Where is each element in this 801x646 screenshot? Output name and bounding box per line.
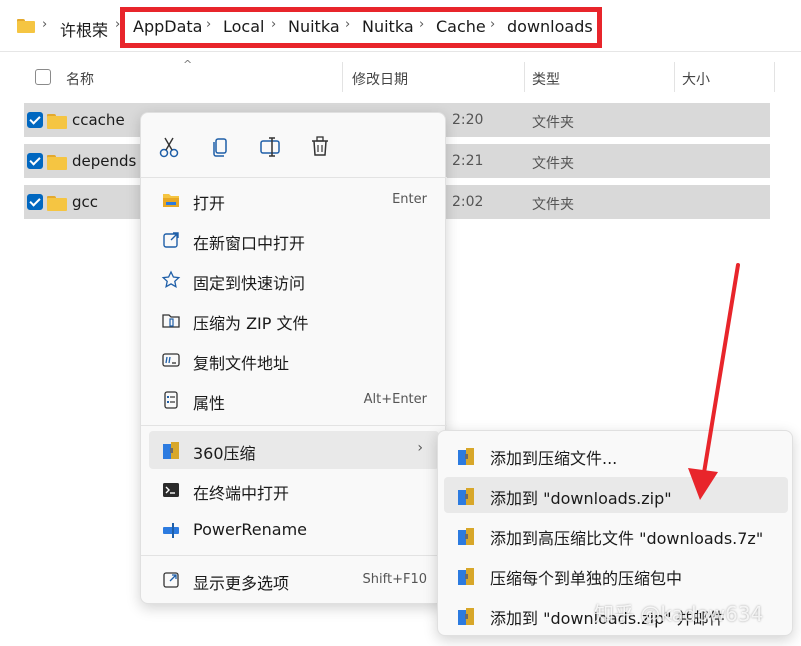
archive-360-icon — [456, 486, 476, 506]
quick-actions-row — [141, 127, 447, 167]
delete-icon — [312, 136, 328, 156]
address-bar[interactable]: › 许根荣 › AppData › Local › Nuitka › Nuitk… — [0, 0, 801, 52]
column-name-header[interactable]: 名称 — [66, 69, 94, 89]
menu-item-properties[interactable]: 属性 Alt+Enter — [149, 381, 439, 419]
context-menu: 打开 Enter 在新窗口中打开 固定到快速访问 压缩为 ZIP 文件 复制文件… — [140, 112, 447, 604]
file-name: ccache — [72, 111, 125, 129]
archive-360-icon — [456, 446, 476, 466]
file-name: depends — [72, 152, 137, 170]
properties-icon — [164, 391, 178, 409]
column-type-header[interactable]: 类型 — [532, 69, 560, 89]
column-modified-header[interactable]: 修改日期 — [352, 69, 408, 89]
copy-icon — [213, 138, 227, 157]
red-arrow-annotation — [688, 263, 740, 500]
folder-icon — [47, 196, 67, 211]
folder-icon — [47, 114, 67, 129]
delete-button[interactable] — [302, 131, 338, 163]
menu-item-powerrename[interactable]: PowerRename — [149, 511, 439, 549]
menu-item-pin-quick-access[interactable]: 固定到快速访问 — [149, 261, 439, 299]
menu-item-360-compress[interactable]: 360压缩 › — [149, 431, 439, 469]
column-divider[interactable] — [774, 62, 775, 92]
menu-separator — [141, 177, 447, 178]
terminal-icon — [163, 483, 179, 497]
folder-open-icon — [163, 194, 179, 207]
archive-360-icon — [161, 440, 181, 460]
menu-item-compress-zip[interactable]: 压缩为 ZIP 文件 — [149, 301, 439, 339]
column-divider[interactable] — [674, 62, 675, 92]
file-type: 文件夹 — [532, 115, 574, 131]
cut-icon — [159, 137, 179, 158]
copy-path-icon — [162, 353, 180, 367]
file-name: gcc — [72, 193, 99, 211]
folder-icon — [17, 19, 35, 33]
sort-ascending-icon: ^ — [183, 58, 193, 71]
menu-item-open[interactable]: 打开 Enter — [149, 181, 439, 219]
archive-360-icon — [456, 526, 476, 546]
file-type: 文件夹 — [532, 197, 574, 213]
file-date: 2:02 — [452, 194, 484, 210]
new-window-icon — [163, 232, 179, 248]
watermark: 知乎 @kadow634 — [594, 602, 764, 626]
breadcrumb-item[interactable]: 许根荣 — [60, 17, 108, 41]
more-options-icon — [163, 572, 179, 588]
submenu-item-compress-each[interactable]: 压缩每个到单独的压缩包中 — [444, 557, 788, 593]
file-type: 文件夹 — [532, 156, 574, 172]
column-divider[interactable] — [342, 62, 343, 92]
menu-separator — [141, 555, 447, 556]
chevron-right-icon: › — [42, 17, 48, 32]
file-date: 2:20 — [452, 112, 484, 128]
copy-button[interactable] — [202, 131, 238, 163]
archive-360-icon — [456, 566, 476, 586]
archive-360-icon — [456, 606, 476, 626]
menu-separator — [141, 425, 447, 426]
row-checkbox[interactable] — [27, 153, 43, 169]
row-checkbox[interactable] — [27, 112, 43, 128]
file-date: 2:21 — [452, 153, 484, 169]
menu-item-open-new-window[interactable]: 在新窗口中打开 — [149, 221, 439, 259]
column-header-row: 名称 修改日期 类型 大小 — [0, 60, 801, 92]
chevron-right-icon: › — [417, 440, 423, 456]
select-all-checkbox[interactable] — [35, 69, 51, 85]
cut-button[interactable] — [151, 131, 187, 163]
menu-item-open-terminal[interactable]: 在终端中打开 — [149, 471, 439, 509]
menu-item-copy-path[interactable]: 复制文件地址 — [149, 341, 439, 379]
zip-icon — [162, 314, 180, 328]
rename-icon — [260, 137, 280, 157]
menu-item-show-more-options[interactable]: 显示更多选项 Shift+F10 — [149, 561, 439, 599]
star-icon — [161, 270, 181, 288]
path-highlight-box — [120, 7, 602, 48]
row-checkbox[interactable] — [27, 194, 43, 210]
submenu-item-add-7z[interactable]: 添加到高压缩比文件 "downloads.7z" — [444, 517, 788, 553]
column-divider[interactable] — [524, 62, 525, 92]
powerrename-icon — [163, 523, 179, 538]
rename-button[interactable] — [252, 131, 288, 163]
folder-icon — [47, 155, 67, 170]
column-size-header[interactable]: 大小 — [682, 69, 710, 89]
